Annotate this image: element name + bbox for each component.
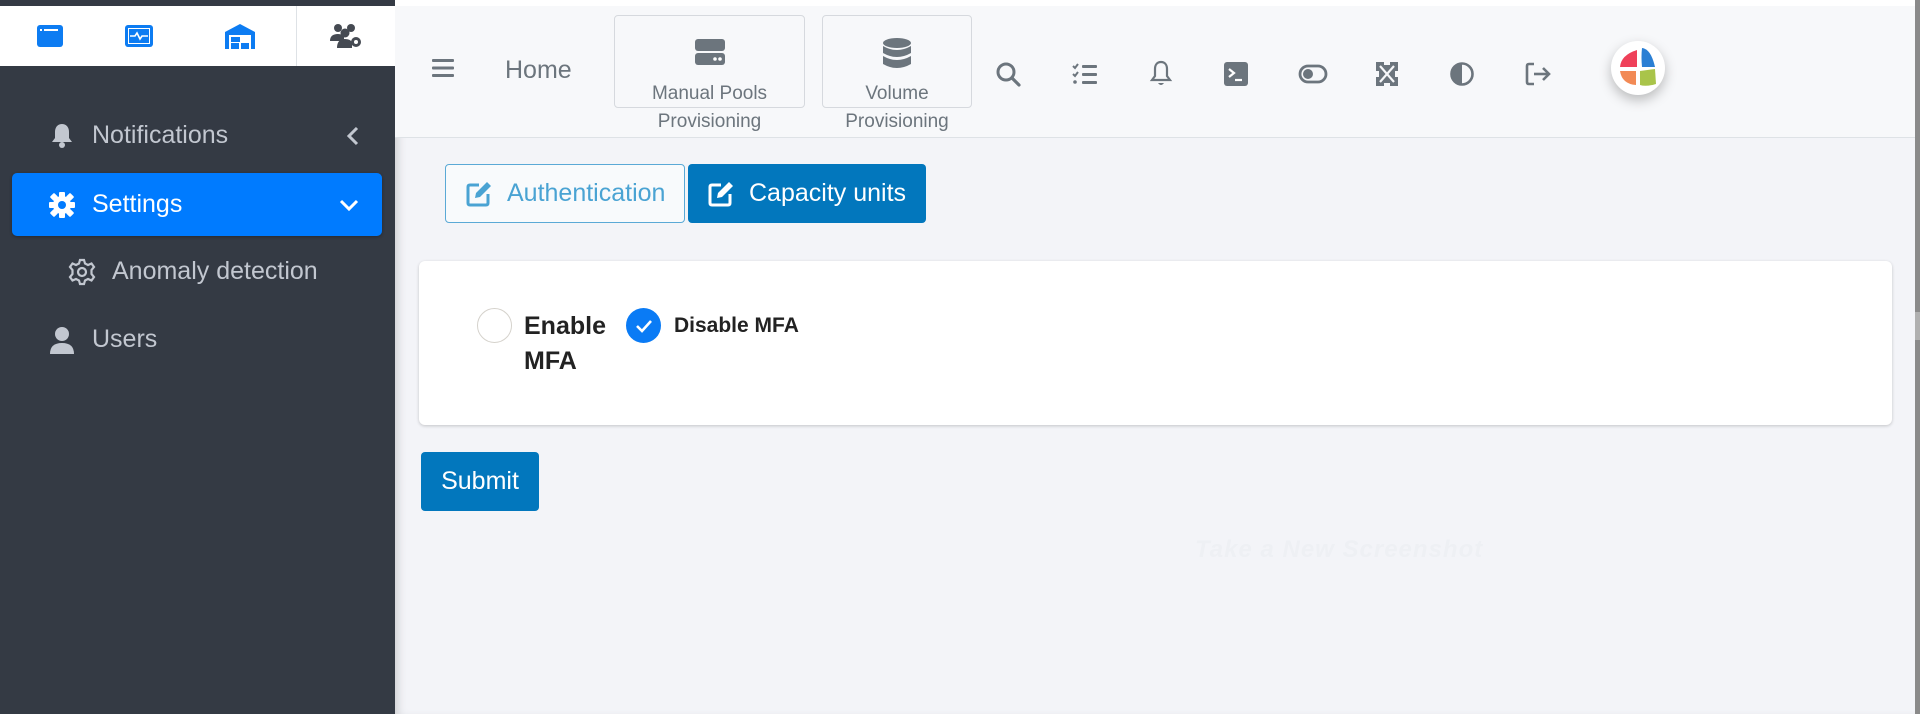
brand-logo-icon — [1620, 48, 1656, 86]
tab-authentication[interactable]: Authentication — [445, 164, 685, 223]
tasks-icon — [1072, 63, 1097, 84]
bell-icon — [1149, 60, 1173, 85]
hamburger-icon — [432, 59, 454, 77]
quick-link-line1: Volume — [865, 83, 929, 104]
quick-link-label: Manual Pools Provisioning — [595, 80, 824, 136]
sidebar-item-notifications[interactable]: Notifications — [12, 104, 382, 167]
sidebar-item-label: Settings — [92, 190, 183, 218]
quick-link-label: Volume Provisioning — [803, 80, 991, 136]
toggle-button[interactable] — [1298, 59, 1328, 89]
sidebar-tab-monitoring[interactable] — [89, 6, 188, 66]
submit-button[interactable]: Submit — [421, 452, 539, 511]
page-scrollbar-thumb[interactable] — [1915, 312, 1920, 340]
tab-label: Capacity units — [749, 179, 907, 207]
logout-icon — [1525, 62, 1551, 86]
manual-pools-provisioning-button[interactable]: Manual Pools Provisioning — [614, 15, 805, 132]
sidebar-item-users[interactable]: Users — [12, 308, 382, 371]
theme-contrast-button[interactable] — [1447, 59, 1477, 89]
sidebar-item-label: Anomaly detection — [112, 257, 318, 285]
page-scrollbar[interactable] — [1915, 0, 1920, 714]
checkmark-icon — [635, 319, 652, 333]
sidebar-tab-warehouse[interactable] — [190, 6, 289, 66]
logout-button[interactable] — [1524, 59, 1554, 89]
users-cog-icon — [329, 24, 361, 48]
hdd-icon — [615, 38, 804, 66]
enable-mfa-label[interactable]: Enable MFA — [524, 309, 614, 379]
sidebar-item-label: Notifications — [92, 121, 229, 149]
mfa-settings-card: Enable MFA Disable MFA — [419, 261, 1892, 425]
gear-icon — [46, 191, 78, 219]
volume-provisioning-button[interactable]: Volume Provisioning — [822, 15, 972, 132]
sidebar: Notifications Settings Anomaly detection — [0, 0, 395, 714]
notifications-button[interactable] — [1146, 59, 1176, 89]
bell-icon — [46, 123, 78, 149]
monitor-pulse-icon — [124, 25, 153, 47]
app-root: Notifications Settings Anomaly detection — [0, 0, 1920, 714]
sidebar-item-label: Users — [92, 325, 158, 353]
main-content: Home Manual Pools Provisioning Volume Pr… — [395, 6, 1920, 714]
quick-link-line2: Provisioning — [845, 111, 949, 132]
sidebar-tab-users-settings[interactable] — [296, 6, 395, 66]
toggle-icon — [1298, 64, 1328, 84]
enable-mfa-radio[interactable] — [477, 308, 512, 343]
terminal-icon — [1224, 62, 1248, 86]
disable-mfa-label[interactable]: Disable MFA — [674, 312, 799, 340]
disable-mfa-radio[interactable] — [626, 308, 661, 343]
user-icon — [46, 326, 78, 354]
chevron-left-icon[interactable] — [346, 125, 360, 147]
edit-icon — [465, 180, 493, 208]
home-link[interactable]: Home — [505, 56, 572, 85]
quick-link-line1: Manual Pools — [651, 83, 768, 104]
sidebar-item-anomaly-detection[interactable]: Anomaly detection — [12, 240, 382, 303]
fullscreen-button[interactable] — [1372, 59, 1402, 89]
expand-icon — [1375, 61, 1399, 87]
search-button[interactable] — [993, 59, 1023, 89]
tab-capacity-units[interactable]: Capacity units — [688, 164, 926, 223]
gear-outline-icon — [66, 258, 98, 286]
take-screenshot-overlay[interactable]: Take a New Screenshot — [1195, 536, 1483, 564]
quick-link-line2: Provisioning — [657, 111, 762, 132]
sidebar-item-settings[interactable]: Settings — [12, 173, 382, 236]
terminal-button[interactable] — [1221, 59, 1251, 89]
tab-label: Authentication — [507, 179, 666, 207]
tasks-button[interactable] — [1070, 59, 1100, 89]
database-icon — [823, 38, 971, 70]
warehouse-icon — [224, 24, 255, 49]
sidebar-top-tabs — [0, 6, 395, 66]
sidebar-tab-window[interactable] — [0, 6, 99, 66]
search-icon — [996, 62, 1021, 87]
window-icon — [36, 25, 63, 47]
brand-logo[interactable] — [1611, 41, 1665, 95]
edit-icon — [707, 180, 735, 208]
top-header: Home Manual Pools Provisioning Volume Pr… — [395, 6, 1915, 138]
hamburger-menu-button[interactable] — [431, 56, 455, 80]
chevron-down-icon[interactable] — [338, 198, 360, 212]
contrast-icon — [1450, 62, 1474, 86]
